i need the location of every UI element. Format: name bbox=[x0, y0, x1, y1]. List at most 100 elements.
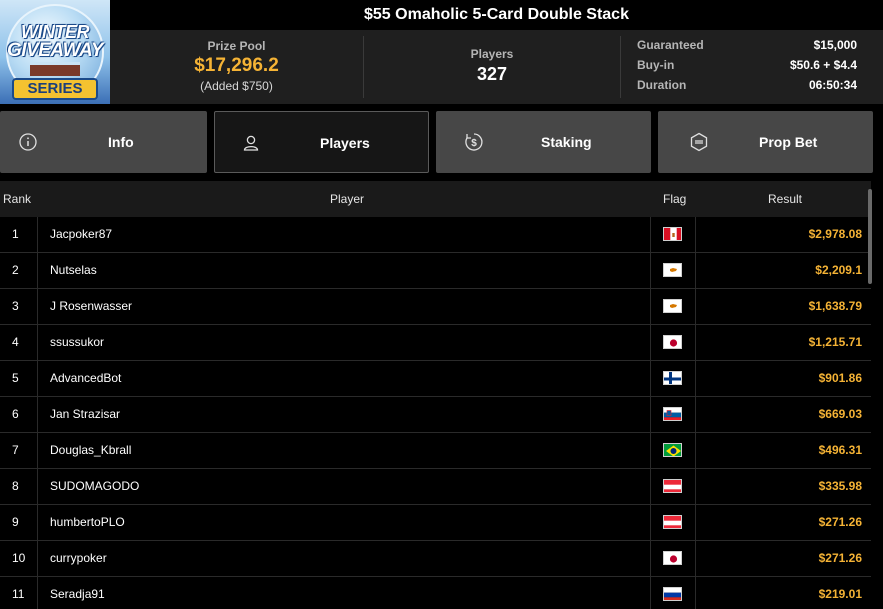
flag-cell bbox=[652, 469, 696, 504]
flag-cell bbox=[652, 217, 696, 252]
brazil-flag-icon bbox=[663, 443, 682, 457]
tournament-tabs: Info Players $ Staking Prop Bet bbox=[0, 110, 883, 174]
table-row[interactable]: 6 Jan Strazisar $669.03 bbox=[0, 397, 871, 433]
player-name-cell: Douglas_Kbrall bbox=[39, 433, 651, 468]
rank-cell: 6 bbox=[0, 397, 38, 432]
rank-cell: 9 bbox=[0, 505, 38, 540]
result-cell: $2,209.1 bbox=[815, 263, 862, 277]
flag-cell bbox=[652, 253, 696, 288]
tournament-title: $55 Omaholic 5-Card Double Stack bbox=[110, 0, 883, 30]
player-name-cell: Nutselas bbox=[39, 253, 651, 288]
tab-staking[interactable]: $ Staking bbox=[436, 111, 651, 173]
result-cell: $2,978.08 bbox=[808, 227, 862, 241]
prize-pool-block: Prize Pool $17,296.2 (Added $750) bbox=[110, 30, 363, 104]
tab-label: Staking bbox=[541, 134, 592, 150]
finland-flag-icon bbox=[663, 371, 682, 385]
tournament-info-list: Guaranteed $15,000 Buy-in $50.6 + $4.4 D… bbox=[637, 38, 857, 98]
logo-house-graphic bbox=[30, 62, 80, 76]
rank-cell: 2 bbox=[0, 253, 38, 288]
tab-players[interactable]: Players bbox=[214, 111, 429, 173]
player-name-cell: currypoker bbox=[39, 541, 651, 576]
rank-cell: 5 bbox=[0, 361, 38, 396]
result-cell: $669.03 bbox=[818, 407, 862, 421]
tab-label: Info bbox=[108, 134, 134, 150]
result-cell: $271.26 bbox=[818, 515, 862, 529]
player-name-cell: Jan Strazisar bbox=[39, 397, 651, 432]
peru-flag-icon bbox=[663, 227, 682, 241]
flag-cell bbox=[652, 505, 696, 540]
result-cell: $219.01 bbox=[818, 587, 862, 601]
table-row[interactable]: 2 Nutselas $2,209.1 bbox=[0, 253, 871, 289]
rank-cell: 3 bbox=[0, 289, 38, 324]
result-cell: $1,638.79 bbox=[808, 299, 862, 313]
austria-flag-icon bbox=[663, 479, 682, 493]
table-row[interactable]: 10 currypoker $271.26 bbox=[0, 541, 871, 577]
result-cell: $335.98 bbox=[818, 479, 862, 493]
rank-cell: 10 bbox=[0, 541, 38, 576]
flag-cell bbox=[652, 325, 696, 360]
info-value: $15,000 bbox=[813, 38, 857, 52]
japan-flag-icon bbox=[663, 335, 682, 349]
tab-label: Players bbox=[320, 135, 370, 151]
table-row[interactable]: 4 ssussukor $1,215.71 bbox=[0, 325, 871, 361]
info-row-guaranteed: Guaranteed $15,000 bbox=[637, 38, 857, 58]
info-row-duration: Duration 06:50:34 bbox=[637, 78, 857, 98]
column-header-rank[interactable]: Rank bbox=[3, 181, 31, 217]
player-name-cell: humbertoPLO bbox=[39, 505, 651, 540]
russia-flag-icon bbox=[663, 587, 682, 601]
info-label: Guaranteed bbox=[637, 38, 704, 52]
table-row[interactable]: 7 Douglas_Kbrall $496.31 bbox=[0, 433, 871, 469]
tab-label: Prop Bet bbox=[759, 134, 818, 150]
table-row[interactable]: 9 humbertoPLO $271.26 bbox=[0, 505, 871, 541]
flag-cell bbox=[652, 289, 696, 324]
player-name-cell: SUDOMAGODO bbox=[39, 469, 651, 504]
player-name-cell: AdvancedBot bbox=[39, 361, 651, 396]
slovenia-flag-icon bbox=[663, 407, 682, 421]
austria-flag-icon bbox=[663, 515, 682, 529]
result-cell: $901.86 bbox=[818, 371, 862, 385]
info-value: $50.6 + $4.4 bbox=[789, 58, 857, 72]
flag-cell bbox=[652, 433, 696, 468]
table-row[interactable]: 3J Rosenwasser $1,638.79 bbox=[0, 289, 871, 325]
rank-cell: 7 bbox=[0, 433, 38, 468]
table-row[interactable]: 1 Jacpoker87 $2,978.08 bbox=[0, 217, 871, 253]
column-header-result[interactable]: Result bbox=[768, 181, 802, 217]
logo-text-giveaway: GIVEAWAY bbox=[7, 40, 103, 61]
info-value: 06:50:34 bbox=[808, 78, 857, 92]
flag-cell bbox=[652, 361, 696, 396]
column-header-flag[interactable]: Flag bbox=[663, 181, 686, 217]
tab-info[interactable]: Info bbox=[0, 111, 207, 173]
rank-cell: 1 bbox=[0, 217, 38, 252]
flag-cell bbox=[652, 577, 696, 609]
rank-cell: 8 bbox=[0, 469, 38, 504]
prize-pool-label: Prize Pool bbox=[207, 39, 266, 53]
tournament-stats-panel: Prize Pool $17,296.2 (Added $750) Player… bbox=[110, 30, 883, 104]
results-table: Rank Player Flag Result 1 Jacpoker87 $2,97… bbox=[0, 181, 883, 609]
table-scrollbar[interactable] bbox=[868, 189, 872, 284]
result-cell: $271.26 bbox=[818, 551, 862, 565]
japan-flag-icon bbox=[663, 551, 682, 565]
column-header-player[interactable]: Player bbox=[330, 181, 364, 217]
flag-cell bbox=[652, 541, 696, 576]
player-name-cell: ssussukor bbox=[39, 325, 651, 360]
logo-text-series: SERIES bbox=[12, 78, 98, 100]
result-cell: $496.31 bbox=[818, 443, 862, 457]
player-name-cell: Jacpoker87 bbox=[39, 217, 651, 252]
info-label: Duration bbox=[637, 78, 687, 92]
table-row[interactable]: 11 Seradja91 $219.01 bbox=[0, 577, 871, 609]
players-label: Players bbox=[470, 47, 514, 61]
rank-cell: 11 bbox=[0, 577, 38, 609]
player-name-cell: J Rosenwasser bbox=[39, 289, 651, 324]
table-header: Rank Player Flag Result bbox=[0, 181, 871, 217]
prize-pool-value: $17,296.2 bbox=[194, 55, 279, 76]
players-count-block: Players 327 bbox=[364, 30, 620, 104]
info-row-buy-in: Buy-in $50.6 + $4.4 bbox=[637, 58, 857, 78]
prize-pool-added: (Added $750) bbox=[200, 79, 273, 93]
cyprus-flag-icon bbox=[663, 263, 682, 277]
tab-prop-bet[interactable]: Prop Bet bbox=[658, 111, 873, 173]
table-row[interactable]: 5 AdvancedBot $901.86 bbox=[0, 361, 871, 397]
info-label: Buy-in bbox=[637, 58, 675, 72]
table-row[interactable]: 8 SUDOMAGODO $335.98 bbox=[0, 469, 871, 505]
flag-cell bbox=[652, 397, 696, 432]
rank-cell: 4 bbox=[0, 325, 38, 360]
